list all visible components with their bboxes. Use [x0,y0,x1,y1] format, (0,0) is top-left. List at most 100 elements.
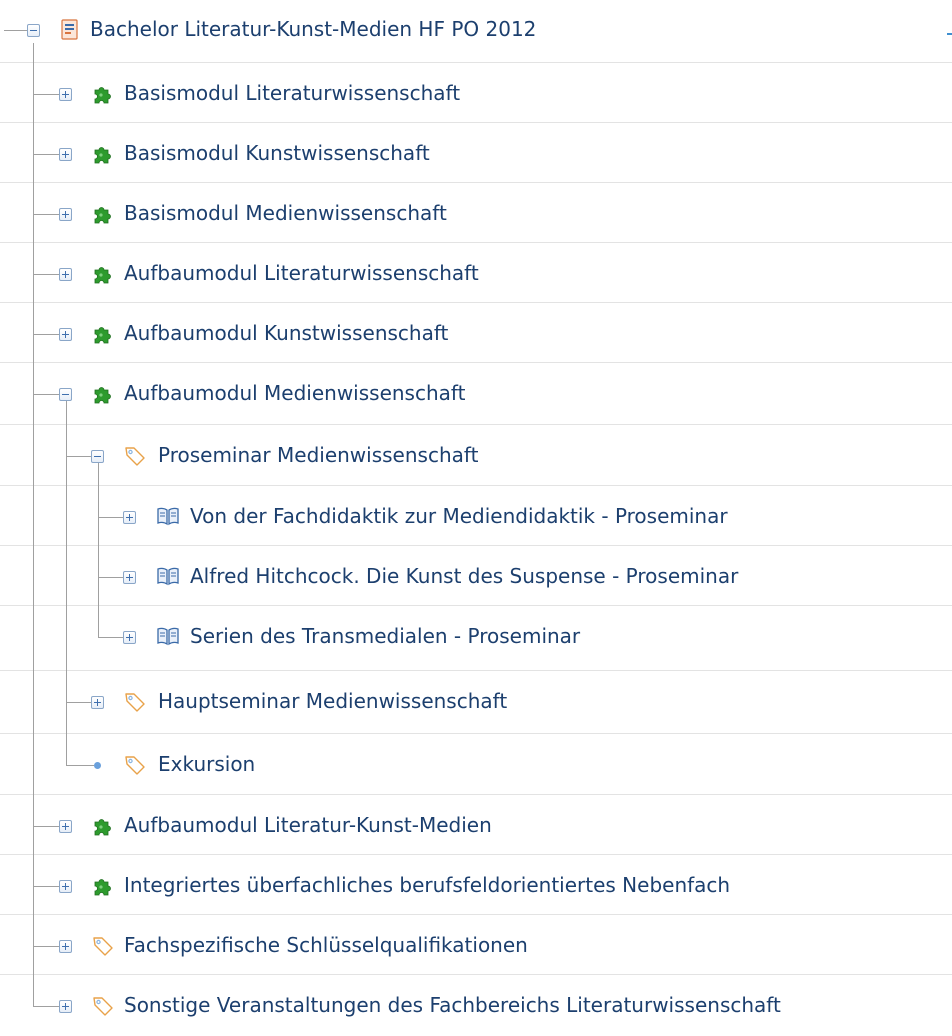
tree-node[interactable]: Basismodul Literaturwissenschaft [0,64,952,124]
connector-line [4,30,27,31]
tree-node[interactable]: Aufbaumodul Literaturwissenschaft [0,244,952,304]
tree-node[interactable]: Sonstige Veranstaltungen des Fachbereich… [0,976,952,1036]
puzzle-icon [92,83,112,104]
tree-node-label[interactable]: Basismodul Literaturwissenschaft [124,81,460,105]
book-icon [156,626,179,646]
tag-icon [92,995,113,1016]
tag-icon [124,445,145,466]
collapse-toggle-icon[interactable] [91,450,104,463]
tree-node-label[interactable]: Fachspezifische Schlüsselqualifikationen [124,933,528,957]
expand-toggle-icon[interactable] [59,208,72,221]
puzzle-icon [92,203,112,224]
tree-node-label[interactable]: Aufbaumodul Kunstwissenschaft [124,321,448,345]
tree-node-label[interactable]: Integriertes überfachliches berufsfeldor… [124,873,730,897]
module-tree: Bachelor Literatur-Kunst-Medien HF PO 20… [0,0,952,1020]
expand-toggle-icon[interactable] [91,696,104,709]
tree-node-label[interactable]: Von der Fachdidaktik zur Mediendidaktik … [190,504,728,528]
row-separator [0,122,952,123]
tree-node[interactable]: Aufbaumodul Medienwissenschaft [0,364,952,424]
expand-toggle-icon[interactable] [123,511,136,524]
connector-line [33,1006,59,1007]
puzzle-icon [92,323,112,344]
connector-line [33,43,34,1006]
row-separator [0,670,952,671]
connector-line [66,765,94,766]
row-separator [0,733,952,734]
tree-node-label[interactable]: Sonstige Veranstaltungen des Fachbereich… [124,993,781,1017]
expand-toggle-icon[interactable] [59,940,72,953]
tree-node[interactable]: Aufbaumodul Kunstwissenschaft [0,304,952,364]
connector-line [66,702,91,703]
expand-toggle-icon[interactable] [59,88,72,101]
puzzle-icon [92,815,112,836]
row-separator [0,424,952,425]
book-icon [156,506,179,526]
expand-toggle-icon[interactable] [59,820,72,833]
tree-node-label[interactable]: Alfred Hitchcock. Die Kunst des Suspense… [190,564,738,588]
tree-node[interactable]: Aufbaumodul Literatur-Kunst-Medien [0,796,952,856]
connector-line [33,886,59,887]
row-separator [0,302,952,303]
expand-toggle-icon[interactable] [123,571,136,584]
row-separator [0,914,952,915]
puzzle-icon [92,143,112,164]
tree-node-label[interactable]: Hauptseminar Medienwissenschaft [158,689,507,713]
tree-node[interactable]: Von der Fachdidaktik zur Mediendidaktik … [0,487,952,547]
connector-line [33,394,59,395]
collapse-toggle-icon[interactable] [59,388,72,401]
tree-node-label[interactable]: Aufbaumodul Literaturwissenschaft [124,261,479,285]
tag-icon [92,935,113,956]
tag-icon [124,691,145,712]
book-icon [156,566,179,586]
row-separator [0,362,952,363]
tree-node[interactable]: Integriertes überfachliches berufsfeldor… [0,856,952,916]
tree-node[interactable]: Bachelor Literatur-Kunst-Medien HF PO 20… [0,0,952,60]
tag-icon [124,754,145,775]
leaf-node-dot [94,762,101,769]
row-separator [0,485,952,486]
tree-node[interactable]: Basismodul Kunstwissenschaft [0,124,952,184]
tree-node[interactable]: Exkursion [0,735,952,795]
row-separator [0,605,952,606]
connector-line [66,456,91,457]
tree-node[interactable]: Proseminar Medienwissenschaft [0,426,952,486]
row-separator [0,62,952,63]
connector-line [98,517,123,518]
connector-line [33,946,59,947]
tree-node-label[interactable]: Bachelor Literatur-Kunst-Medien HF PO 20… [90,17,536,41]
puzzle-icon [92,875,112,896]
connector-line [33,274,59,275]
row-separator [0,794,952,795]
tree-node-label[interactable]: Proseminar Medienwissenschaft [158,443,478,467]
row-separator [0,242,952,243]
tree-node[interactable]: Basismodul Medienwissenschaft [0,184,952,244]
expand-toggle-icon[interactable] [59,328,72,341]
expand-toggle-icon[interactable] [59,1000,72,1013]
tree-node[interactable]: Alfred Hitchcock. Die Kunst des Suspense… [0,547,952,607]
tree-node[interactable]: Fachspezifische Schlüsselqualifikationen [0,916,952,976]
connector-line [33,154,59,155]
puzzle-icon [92,383,112,404]
connector-line [98,637,123,638]
tree-node-label[interactable]: Aufbaumodul Literatur-Kunst-Medien [124,813,492,837]
expand-toggle-icon[interactable] [59,268,72,281]
tree-node-label[interactable]: Basismodul Medienwissenschaft [124,201,447,225]
connector-line [98,577,123,578]
tree-node[interactable]: Hauptseminar Medienwissenschaft [0,672,952,732]
tree-node-label[interactable]: Exkursion [158,752,255,776]
row-separator [0,182,952,183]
tree-node[interactable]: Serien des Transmedialen - Proseminar [0,607,952,667]
collapse-toggle-icon[interactable] [27,24,40,37]
tree-node-label[interactable]: Aufbaumodul Medienwissenschaft [124,381,465,405]
expand-toggle-icon[interactable] [59,880,72,893]
connector-line [33,94,59,95]
row-separator [0,974,952,975]
connector-line [33,334,59,335]
tree-node-label[interactable]: Serien des Transmedialen - Proseminar [190,624,580,648]
expand-toggle-icon[interactable] [59,148,72,161]
connector-line [33,826,59,827]
expand-toggle-icon[interactable] [123,631,136,644]
puzzle-icon [92,263,112,284]
tree-node-label[interactable]: Basismodul Kunstwissenschaft [124,141,430,165]
document-icon [60,19,80,40]
